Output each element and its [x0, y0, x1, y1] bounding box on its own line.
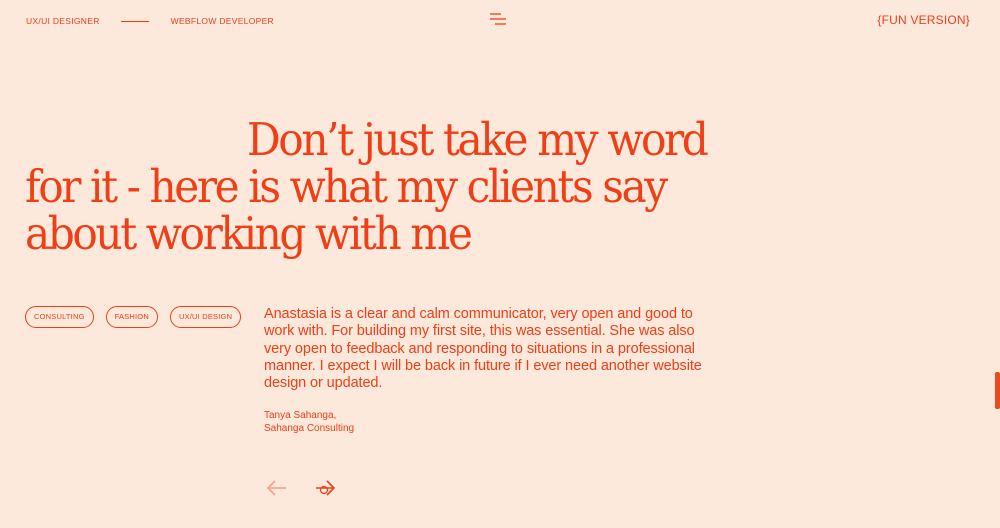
header-roles: UX/UI DESIGNER WEBFLOW DEVELOPER — [26, 15, 274, 27]
project-tags: CONSULTING FASHION UX/UI DESIGN — [25, 306, 242, 328]
menu-icon[interactable] — [489, 12, 507, 26]
tag-ux-ui-design[interactable]: UX/UI DESIGN — [169, 306, 242, 328]
headline-line-3: about working with me — [25, 207, 473, 260]
page-headline: Don’t just take my word for it - here is… — [25, 116, 721, 257]
role-webflow-developer: WEBFLOW DEVELOPER — [170, 16, 274, 26]
author-company: Sahanga Consulting — [264, 423, 355, 434]
author-name: Tanya Sahanga, — [264, 410, 337, 421]
fun-version-link[interactable]: {FUN VERSION} — [877, 13, 970, 27]
tag-fashion[interactable]: FASHION — [105, 306, 158, 328]
arrow-right-icon[interactable] — [314, 477, 336, 499]
scrollbar-thumb[interactable] — [995, 372, 1000, 409]
tag-consulting[interactable]: CONSULTING — [25, 306, 94, 328]
testimonial-author: Tanya Sahanga, Sahanga Consulting — [264, 409, 354, 435]
role-ux-ui-designer: UX/UI DESIGNER — [26, 16, 100, 26]
headline-line-1: Don’t just take my word — [246, 113, 709, 166]
testimonial-quote: Anastasia is a clear and calm communicat… — [264, 306, 702, 392]
headline-line-2: for it - here is what my clients say — [25, 160, 668, 213]
arrow-left-icon[interactable] — [266, 478, 288, 498]
role-divider — [120, 20, 149, 22]
